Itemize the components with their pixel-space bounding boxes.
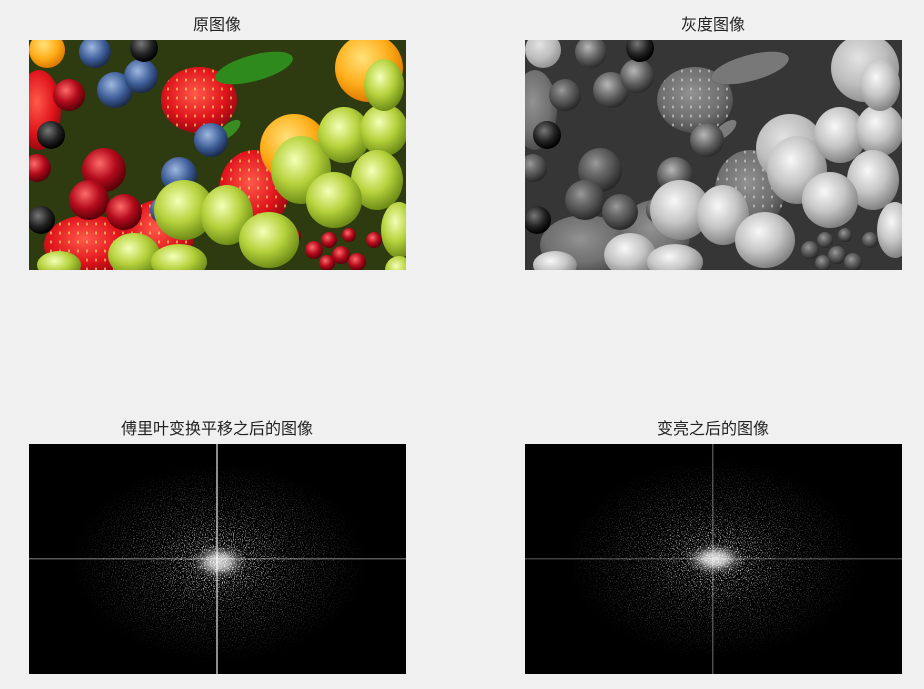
fft-shifted-image [29, 444, 406, 674]
brightened-image [525, 444, 902, 674]
panel-title-grayscale: 灰度图像 [680, 15, 745, 34]
fft-brightened-spectrum [525, 444, 902, 674]
fruit-photo-grayscale [525, 40, 902, 270]
panel-title-brightened: 变亮之后的图像 [656, 419, 769, 438]
panel-title-original: 原图像 [192, 15, 241, 34]
fruit-photo-color [29, 40, 406, 270]
fft-shifted-spectrum [29, 444, 406, 674]
grayscale-image [525, 40, 902, 270]
panel-title-fft-shifted: 傅里叶变换平移之后的图像 [120, 419, 313, 438]
original-image [29, 40, 406, 270]
